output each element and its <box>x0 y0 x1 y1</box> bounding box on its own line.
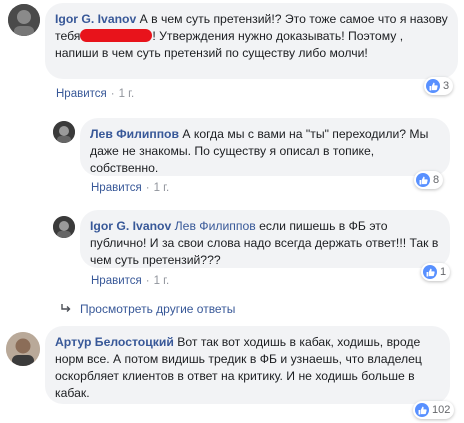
timestamp[interactable]: 1 г. <box>154 275 170 287</box>
comment-actions: Нравится · 1 г. <box>56 88 135 100</box>
thumbs-up-icon <box>426 79 440 93</box>
reply-bubble: Igor G. Ivanov Лев Филиппов если пишешь … <box>80 210 450 268</box>
reaction-count[interactable]: 3 <box>424 77 454 95</box>
comment-author[interactable]: Igor G. Ivanov <box>90 219 171 233</box>
comment-author[interactable]: Igor G. Ivanov <box>55 12 136 26</box>
like-link[interactable]: Нравится <box>91 182 142 194</box>
reaction-count[interactable]: 8 <box>414 171 444 189</box>
timestamp[interactable]: 1 г. <box>119 88 135 100</box>
avatar[interactable] <box>8 4 40 36</box>
like-link[interactable]: Нравится <box>56 88 107 100</box>
thumbs-up-icon <box>423 265 437 279</box>
comment-actions: Нравится · 1 г. <box>91 275 170 287</box>
avatar-image <box>53 121 75 143</box>
avatar[interactable] <box>6 332 40 366</box>
reaction-count[interactable]: 1 <box>421 263 451 281</box>
comment-author[interactable]: Артур Белостоцкий <box>55 335 174 349</box>
avatar[interactable] <box>53 121 75 143</box>
thumbs-up-icon <box>416 173 430 187</box>
avatar-image <box>6 332 40 366</box>
like-link[interactable]: Нравится <box>91 275 142 287</box>
view-more-replies[interactable]: Просмотреть другие ответы <box>60 302 235 316</box>
avatar[interactable] <box>53 216 75 238</box>
comment-author[interactable]: Лев Филиппов <box>90 127 179 141</box>
redaction-mark <box>80 29 153 42</box>
view-more-replies-label: Просмотреть другие ответы <box>80 302 236 316</box>
comment-bubble: Артур Белостоцкий Вот так вот ходишь в к… <box>45 326 450 404</box>
avatar-image <box>53 216 75 238</box>
reaction-count[interactable]: 102 <box>413 401 455 419</box>
reply-arrow-icon <box>60 303 72 315</box>
comment-bubble: Igor G. Ivanov А в чем суть претензий!? … <box>45 3 458 79</box>
comment-actions: Нравится · 1 г. <box>91 182 170 194</box>
reply-bubble: Лев Филиппов А когда мы с вами на "ты" п… <box>80 118 450 176</box>
timestamp[interactable]: 1 г. <box>154 182 170 194</box>
avatar-image <box>8 4 40 36</box>
mention-link[interactable]: Лев Филиппов <box>175 219 256 233</box>
thumbs-up-icon <box>415 403 429 417</box>
